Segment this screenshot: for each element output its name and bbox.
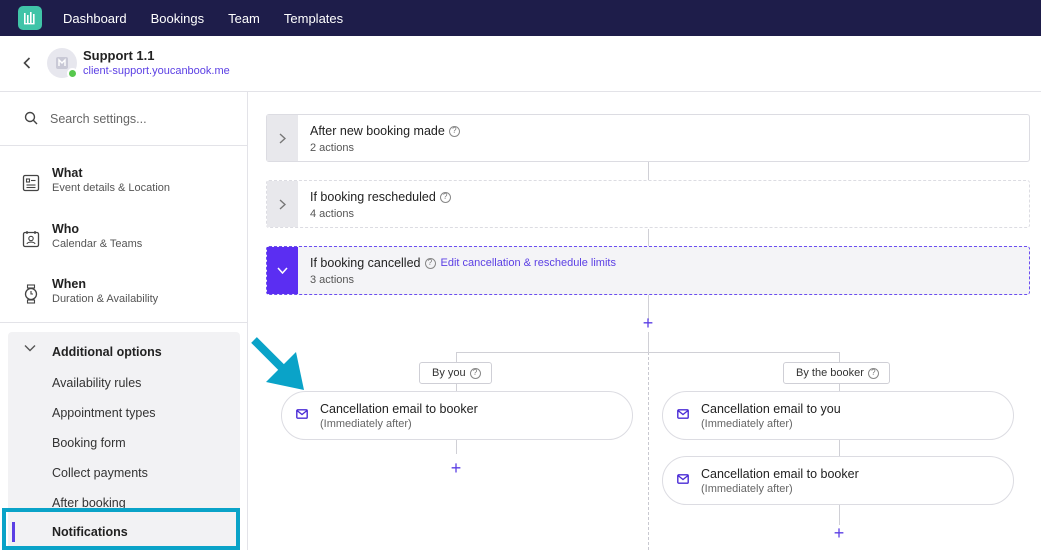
sidebar-item-subtitle: Event details & Location [52, 182, 171, 194]
back-button[interactable] [18, 52, 36, 74]
branch-line [456, 352, 840, 353]
sidebar-item-who[interactable]: Who Calendar & Teams [0, 216, 247, 266]
connector-line [648, 229, 649, 246]
search-icon [24, 111, 38, 125]
settings-sidebar: What Event details & Location Who Calend… [0, 92, 248, 550]
annotation-arrow-icon [251, 337, 304, 390]
action-card[interactable]: Cancellation email to booker (Immediatel… [281, 391, 633, 440]
chevron-down-icon [24, 345, 36, 352]
add-action-button[interactable]: + [831, 524, 847, 542]
trigger-actions-count: 2 actions [310, 142, 355, 154]
trigger-rescheduled[interactable]: If booking rescheduled? 4 actions [266, 180, 1030, 228]
chevron-down-icon [277, 267, 288, 274]
chevron-right-icon [279, 132, 286, 144]
sidebar-item-what[interactable]: What Event details & Location [0, 160, 247, 210]
connector-line [648, 332, 649, 352]
booking-page-icon [56, 57, 68, 69]
action-timing: (Immediately after) [320, 418, 412, 430]
nav-bookings[interactable]: Bookings [151, 11, 204, 26]
action-card[interactable]: Cancellation email to you (Immediately a… [662, 391, 1014, 440]
help-icon[interactable]: ? [424, 257, 436, 269]
edit-limits-link[interactable]: Edit cancellation & reschedule limits [441, 257, 616, 269]
expand-button[interactable] [267, 181, 298, 227]
trigger-actions-count: 3 actions [310, 274, 355, 286]
trigger-actions-count: 4 actions [310, 208, 355, 220]
logo-icon[interactable] [18, 6, 42, 30]
additional-options-toggle[interactable]: Additional options [24, 344, 162, 359]
action-timing: (Immediately after) [701, 483, 793, 495]
help-icon[interactable]: ? [867, 367, 879, 379]
trigger-title: If booking cancelled [310, 256, 421, 270]
top-nav: Dashboard Bookings Team Templates [0, 0, 1041, 36]
connector-line [839, 440, 840, 456]
nav-templates[interactable]: Templates [284, 11, 343, 26]
chevron-right-icon [279, 198, 286, 210]
highlight-box [2, 508, 240, 550]
sidebar-item-title: Who [52, 222, 80, 236]
sidebar-item-subtitle: Duration & Availability [52, 293, 159, 305]
form-icon [22, 172, 40, 194]
trigger-new-booking[interactable]: After new booking made? 2 actions [266, 114, 1030, 162]
avatar[interactable] [47, 48, 78, 79]
connector-line [648, 162, 649, 180]
action-card[interactable]: Cancellation email to booker (Immediatel… [662, 456, 1014, 505]
sidebar-item-collect-payments[interactable]: Collect payments [52, 466, 148, 480]
settings-search [0, 92, 247, 146]
help-icon[interactable]: ? [448, 125, 460, 137]
help-icon[interactable]: ? [469, 367, 481, 379]
branch-divider-line [648, 352, 649, 550]
sidebar-item-subtitle: Calendar & Teams [52, 238, 143, 250]
sidebar-item-booking-form[interactable]: Booking form [52, 436, 126, 450]
action-title: Cancellation email to you [701, 402, 841, 416]
trigger-cancelled[interactable]: If booking cancelled? Edit cancellation &… [266, 246, 1030, 295]
help-icon[interactable]: ? [439, 191, 451, 203]
status-online-dot [67, 68, 78, 79]
page-header: Support 1.1 client-support.youcanbook.me [0, 36, 1041, 92]
connector-line [456, 384, 457, 391]
page-title: Support 1.1 [83, 48, 155, 63]
connector-line [839, 384, 840, 391]
search-input[interactable] [50, 108, 230, 130]
nav-dashboard[interactable]: Dashboard [63, 11, 127, 26]
sidebar-divider [0, 322, 247, 323]
mail-icon [296, 409, 308, 419]
add-action-button[interactable]: + [640, 314, 656, 332]
mail-icon [677, 409, 689, 419]
additional-options-label: Additional options [52, 345, 162, 359]
sidebar-item-title: When [52, 277, 87, 291]
connector-line [456, 440, 457, 454]
connector-line [839, 352, 840, 362]
action-title: Cancellation email to booker [320, 402, 478, 416]
sidebar-item-title: What [52, 166, 83, 180]
chevron-left-icon [23, 57, 31, 69]
collapse-button[interactable] [267, 247, 298, 294]
sidebar-item-availability-rules[interactable]: Availability rules [52, 376, 141, 390]
branch-label-by-booker: By the booker? [783, 362, 890, 384]
connector-line [839, 505, 840, 525]
connector-line [456, 352, 457, 362]
mail-icon [677, 474, 689, 484]
expand-button[interactable] [267, 115, 298, 161]
nav-team[interactable]: Team [228, 11, 260, 26]
trigger-title: If booking rescheduled [310, 190, 436, 204]
action-timing: (Immediately after) [701, 418, 793, 430]
workflow-canvas: After new booking made? 2 actions If boo… [249, 92, 1041, 550]
branch-label-text: By you [432, 367, 466, 379]
add-action-button[interactable]: + [448, 459, 464, 477]
branch-label-by-you: By you? [419, 362, 492, 384]
branch-label-text: By the booker [796, 367, 864, 379]
trigger-title: After new booking made [310, 124, 445, 138]
sidebar-item-when[interactable]: When Duration & Availability [0, 271, 247, 321]
watch-icon [22, 283, 40, 305]
action-title: Cancellation email to booker [701, 467, 859, 481]
booking-page-link[interactable]: client-support.youcanbook.me [83, 65, 230, 77]
person-icon [22, 228, 40, 250]
sidebar-item-appointment-types[interactable]: Appointment types [52, 406, 156, 420]
